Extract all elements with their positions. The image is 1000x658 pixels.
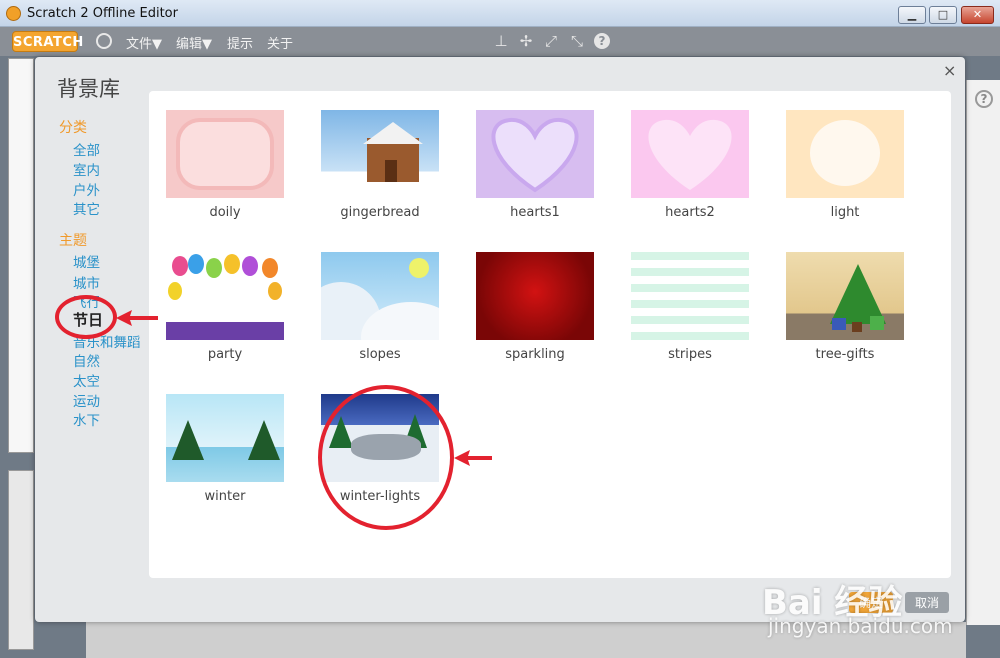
backdrop-label: hearts2: [665, 205, 715, 220]
backdrop-doily[interactable]: doily: [150, 91, 300, 220]
scratch-cat-icon: [6, 6, 21, 21]
menu-edit[interactable]: 编辑▼: [176, 33, 212, 52]
annotation-arrow-icon: [454, 450, 492, 466]
slopes-thumbnail: [321, 252, 439, 340]
maximize-button[interactable]: □: [929, 6, 957, 24]
stripes-thumbnail: [631, 252, 749, 340]
category-outdoors[interactable]: 户外: [73, 179, 100, 199]
backdrop-label: gingerbread: [340, 205, 420, 220]
backdrop-light[interactable]: light: [770, 91, 920, 220]
window-titlebar: Scratch 2 Offline Editor ▁ □ ✕: [0, 0, 1000, 27]
gingerbread-thumbnail: [321, 110, 439, 198]
backdrop-label: hearts1: [510, 205, 560, 220]
backdrop-hearts1[interactable]: hearts1: [460, 91, 610, 220]
menu-about[interactable]: 关于: [267, 33, 293, 52]
backdrop-label: winter: [204, 489, 246, 504]
scripts-panel-edge: [966, 80, 1000, 625]
shrink-icon[interactable]: ⤡: [569, 33, 585, 49]
annotation-arrow-icon: [116, 310, 158, 326]
winter-thumbnail: [166, 394, 284, 482]
category-all[interactable]: 全部: [73, 139, 100, 159]
category-indoors[interactable]: 室内: [73, 159, 100, 179]
theme-space[interactable]: 太空: [73, 370, 100, 390]
backdrop-label: light: [830, 205, 860, 220]
cut-icon[interactable]: ✢: [518, 33, 534, 49]
help-badge-icon[interactable]: ?: [975, 90, 993, 108]
heart-icon: [648, 119, 732, 190]
annotation-circle-winter-lights: [318, 385, 454, 530]
backdrop-stripes[interactable]: stripes: [615, 233, 765, 362]
theme-underwater[interactable]: 水下: [73, 409, 100, 429]
language-globe-icon[interactable]: [96, 33, 112, 49]
close-window-button[interactable]: ✕: [961, 6, 994, 24]
tree-gifts-thumbnail: [786, 252, 904, 340]
backdrop-winter[interactable]: winter: [150, 375, 300, 504]
sprite-panel-edge: [8, 470, 34, 650]
annotation-circle-holiday: [55, 295, 117, 339]
party-thumbnail: [166, 252, 284, 340]
backdrop-gingerbread[interactable]: gingerbread: [305, 91, 455, 220]
theme-sports[interactable]: 运动: [73, 390, 100, 410]
backdrop-party[interactable]: party: [150, 233, 300, 362]
theme-castle[interactable]: 城堡: [73, 251, 100, 271]
light-thumbnail: [786, 110, 904, 198]
help-icon[interactable]: ?: [594, 33, 610, 49]
hearts2-thumbnail: [631, 110, 749, 198]
dialog-close-button[interactable]: ×: [943, 61, 956, 80]
backdrop-slopes[interactable]: slopes: [305, 233, 455, 362]
category-other[interactable]: 其它: [73, 198, 100, 218]
theme-nature[interactable]: 自然: [73, 350, 100, 370]
sparkling-thumbnail: [476, 252, 594, 340]
backdrop-grid: doily gingerbread hearts1 hearts2 light …: [149, 91, 951, 578]
stage-panel-edge: [8, 58, 34, 453]
backdrop-label: party: [207, 347, 243, 362]
category-header: 分类: [59, 120, 87, 136]
backdrop-tree-gifts[interactable]: tree-gifts: [770, 233, 920, 362]
backdrop-label: tree-gifts: [815, 347, 875, 362]
backdrop-sparkling[interactable]: sparkling: [460, 233, 610, 362]
minimize-button[interactable]: ▁: [898, 6, 926, 24]
dialog-title: 背景库: [57, 77, 120, 101]
theme-city[interactable]: 城市: [73, 272, 100, 292]
hearts1-thumbnail: [476, 110, 594, 198]
backdrop-label: sparkling: [505, 347, 565, 362]
stamp-icon[interactable]: ⊥: [493, 33, 509, 49]
backdrop-label: stripes: [668, 347, 712, 362]
backdrop-label: doily: [209, 205, 241, 220]
backdrop-library-dialog: 背景库 × 分类 全部 室内 户外 其它 主题 城堡 城市 飞行 节日 音乐和舞…: [35, 57, 965, 622]
cancel-button[interactable]: 取消: [905, 592, 950, 613]
menu-file[interactable]: 文件▼: [126, 33, 162, 52]
heart-icon: [491, 117, 579, 193]
backdrop-label: slopes: [359, 347, 401, 362]
baidu-watermark-url: jingyan.baidu.com: [768, 614, 953, 638]
backdrop-hearts2[interactable]: hearts2: [615, 91, 765, 220]
theme-header: 主题: [59, 233, 87, 249]
window-title: Scratch 2 Offline Editor: [27, 6, 178, 21]
menu-tips[interactable]: 提示: [227, 33, 253, 52]
grow-icon[interactable]: ⤢: [543, 33, 559, 49]
menubar: SCRATCH 文件▼ 编辑▼ 提示 关于 ⊥ ✢ ⤢ ⤡ ?: [0, 27, 1000, 56]
doily-thumbnail: [166, 110, 284, 198]
scratch-logo[interactable]: SCRATCH: [12, 31, 83, 52]
